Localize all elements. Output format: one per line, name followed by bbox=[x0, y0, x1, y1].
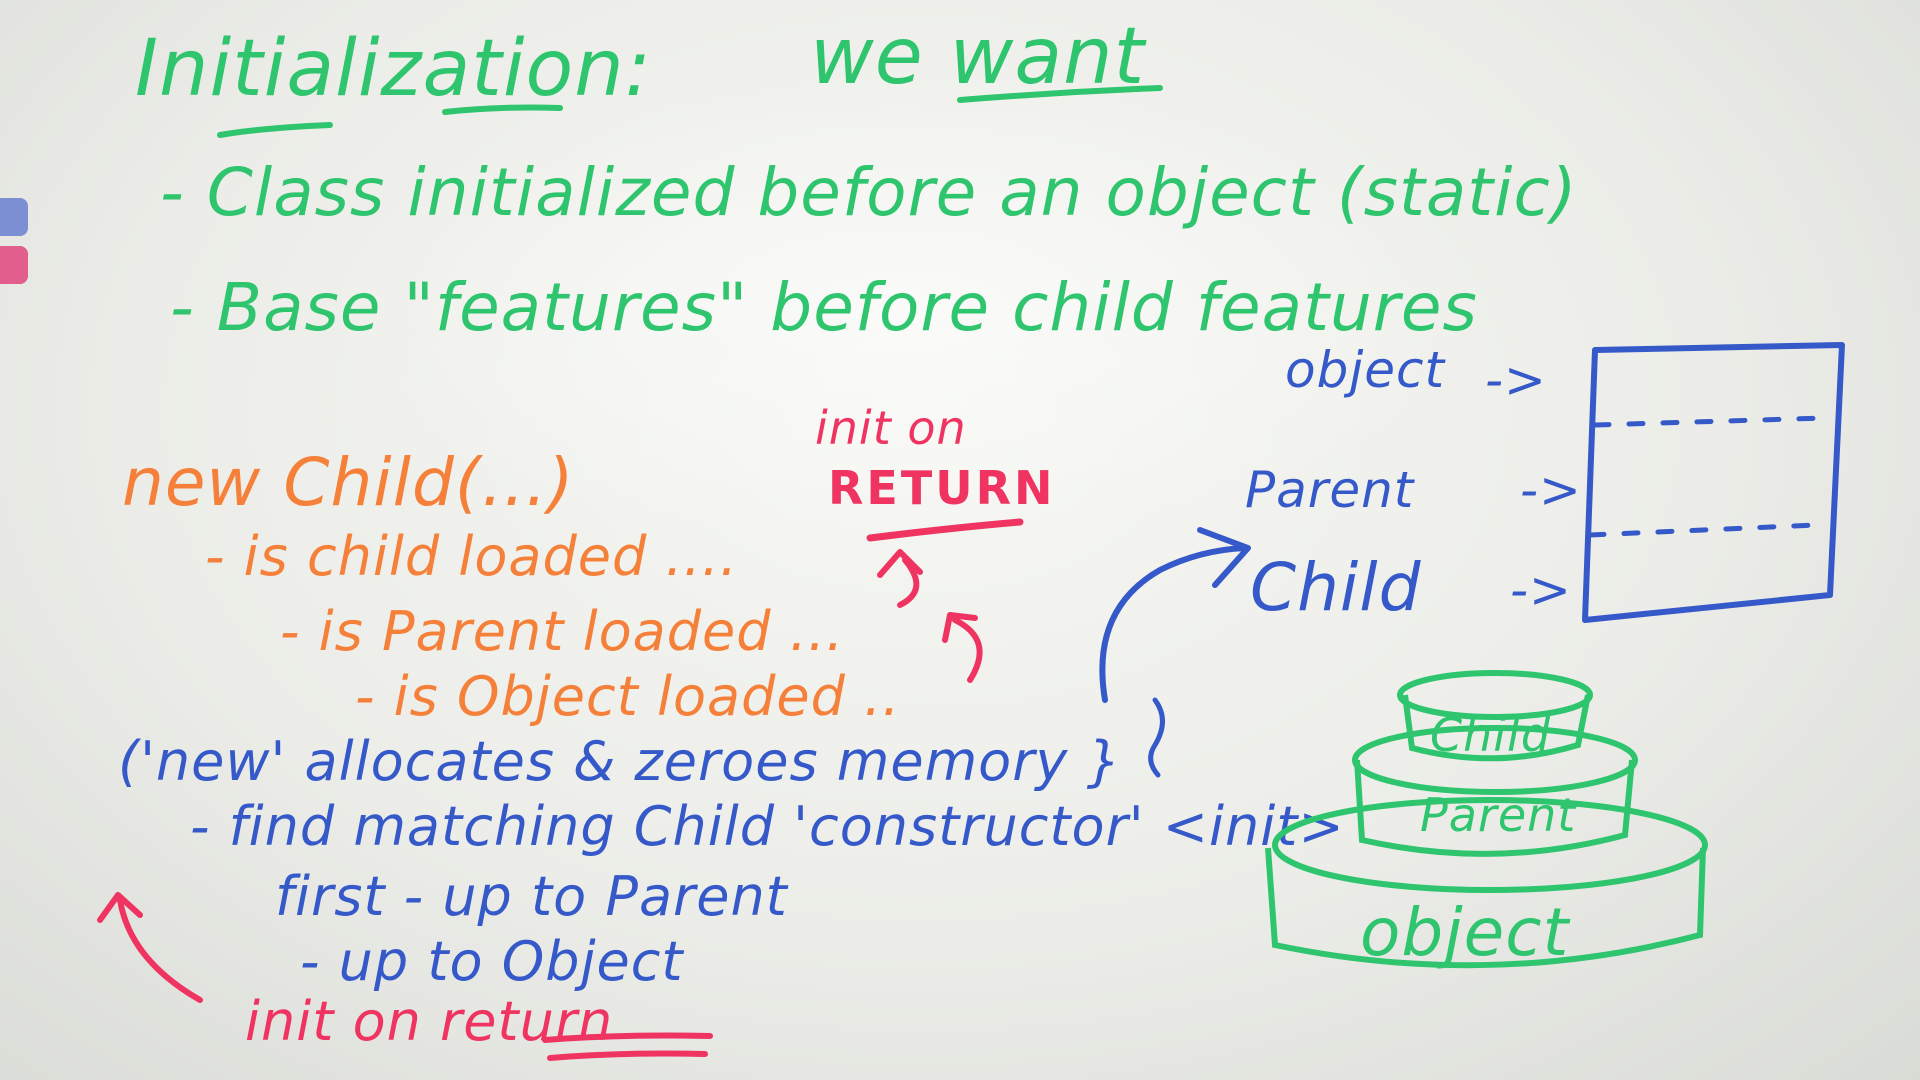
blue-brace bbox=[1148, 697, 1165, 778]
we-want-text: we want bbox=[810, 12, 1146, 102]
red-arrow-2-head bbox=[942, 612, 978, 643]
init-on-label: init on bbox=[815, 401, 967, 455]
bottom-return-underline-2 bbox=[547, 1050, 708, 1061]
red-arrow-1 bbox=[897, 557, 920, 608]
new-allocates-note: ('new' allocates & zeroes memory } bbox=[118, 730, 1122, 793]
memory-box bbox=[1582, 342, 1845, 623]
up-to-object-note: - up to Object bbox=[300, 930, 684, 993]
memory-divider-top bbox=[1592, 415, 1828, 428]
whiteboard: Initialization: we want - Class initiali… bbox=[0, 0, 1920, 1080]
red-arrow-2 bbox=[952, 617, 983, 683]
title: Initialization: bbox=[135, 24, 652, 114]
goal-class-before-object: - Class initialized before an object (st… bbox=[160, 154, 1578, 231]
return-label: RETURN bbox=[828, 461, 1056, 515]
memory-divider-bottom bbox=[1587, 522, 1818, 538]
goal-base-before-child: - Base "features" before child features bbox=[170, 269, 1478, 346]
first-up-to-parent-note: first - up to Parent bbox=[275, 865, 788, 928]
blue-arrow-head bbox=[1197, 527, 1251, 588]
marker-cap-blue bbox=[0, 198, 28, 236]
cake-label-child: Child bbox=[1430, 708, 1552, 762]
title-underline-init bbox=[217, 122, 333, 138]
step-child-loaded: - is child loaded .... bbox=[205, 525, 739, 588]
red-arrow-1-head bbox=[877, 549, 923, 578]
memory-label-child: Child bbox=[1250, 549, 1422, 626]
arrow-object: -> bbox=[1485, 351, 1547, 409]
memory-label-object: object bbox=[1285, 341, 1446, 399]
memory-label-parent: Parent bbox=[1245, 461, 1415, 519]
new-child-call: new Child(...) bbox=[122, 444, 575, 521]
return-underline bbox=[866, 518, 1024, 542]
arrow-child: -> bbox=[1510, 561, 1572, 619]
red-arrow-3 bbox=[117, 897, 203, 1003]
red-arrow-3-head bbox=[97, 892, 143, 923]
step-parent-loaded: - is Parent loaded ... bbox=[280, 600, 845, 663]
step-object-loaded: - is Object loaded .. bbox=[355, 665, 901, 728]
cake-label-object: object bbox=[1360, 894, 1570, 971]
arrow-parent: -> bbox=[1520, 461, 1582, 519]
find-constructor-note: - find matching Child 'constructor' <ini… bbox=[190, 795, 1345, 858]
cake-label-parent: Parent bbox=[1420, 788, 1577, 842]
init-on-return-note: init on return bbox=[245, 990, 614, 1053]
blue-arrow-to-child bbox=[1099, 545, 1248, 703]
marker-cap-pink bbox=[0, 246, 28, 284]
